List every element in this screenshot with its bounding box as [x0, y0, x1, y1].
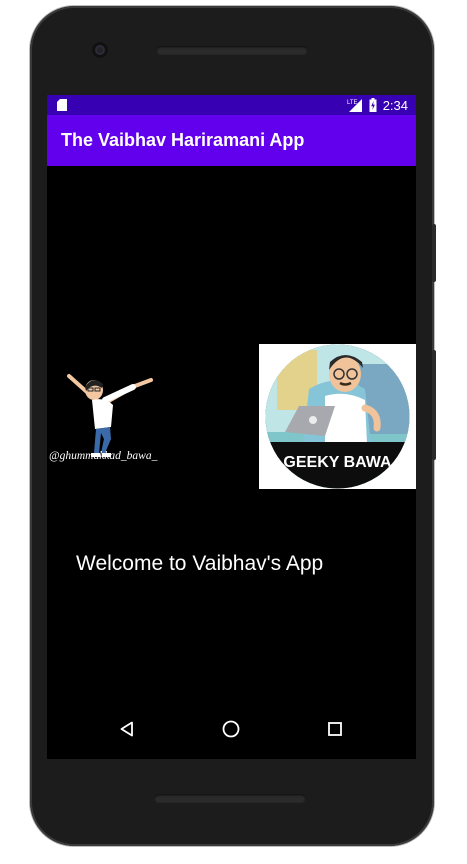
- welcome-text: Welcome to Vaibhav's App: [76, 552, 324, 575]
- status-icons: LTE 2:34: [347, 97, 408, 113]
- status-time: 2:34: [382, 97, 408, 113]
- back-triangle-icon: [120, 721, 133, 737]
- battery-charging-icon: [369, 98, 377, 112]
- power-button: [432, 224, 436, 282]
- recents-square-icon: [328, 722, 342, 736]
- sd-card-icon: [57, 99, 67, 111]
- bottom-speaker: [154, 794, 306, 803]
- screen: LTE 2:34 The Vaibhav Hariramani App @ghu…: [47, 95, 416, 759]
- geeky-bawa-image: GEEKY BAWA: [259, 344, 416, 489]
- network-label: LTE: [347, 100, 358, 106]
- right-image-caption: GEEKY BAWA: [283, 454, 392, 471]
- home-circle-icon: [222, 720, 240, 738]
- status-bar: LTE 2:34: [47, 95, 416, 115]
- app-title: The Vaibhav Hariramani App: [61, 130, 305, 150]
- back-button[interactable]: [113, 715, 141, 743]
- navigation-bar: [47, 699, 416, 759]
- front-camera: [92, 42, 108, 58]
- ghummakkad-bawa-image: @ghummakkad_bawa_: [49, 374, 158, 462]
- left-image-caption: @ghummakkad_bawa_: [49, 450, 158, 462]
- app-bar: The Vaibhav Hariramani App: [47, 115, 416, 166]
- lte-signal-icon: LTE: [347, 99, 362, 112]
- volume-button: [432, 350, 436, 460]
- geeky-bawa-logo: GEEKY BAWA: [265, 344, 410, 489]
- recents-button[interactable]: [321, 715, 349, 743]
- top-speaker: [156, 46, 308, 55]
- home-button[interactable]: [217, 715, 245, 743]
